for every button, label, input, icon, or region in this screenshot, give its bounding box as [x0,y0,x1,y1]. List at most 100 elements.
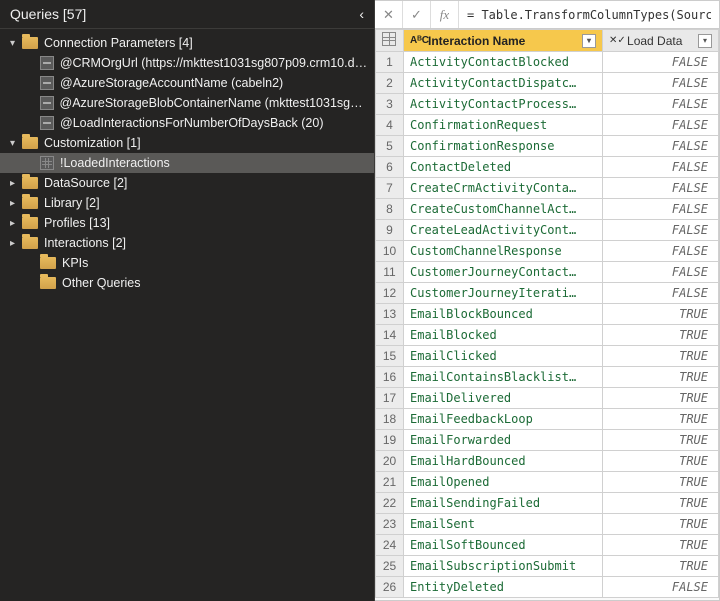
cell-interaction-name[interactable]: EmailSubscriptionSubmit [404,556,603,577]
cell-interaction-name[interactable]: EmailContainsBlacklist… [404,367,603,388]
row-number[interactable]: 3 [376,94,404,115]
row-number[interactable]: 12 [376,283,404,304]
row-number[interactable]: 5 [376,136,404,157]
cell-load-data[interactable]: TRUE [603,367,719,388]
cell-interaction-name[interactable]: ContactDeleted [404,157,603,178]
expander-icon[interactable]: ▾ [10,138,22,149]
tree-item[interactable]: @CRMOrgUrl (https://mkttest1031sg807p09.… [0,53,374,73]
fx-icon[interactable]: fx [431,1,459,28]
table-row[interactable]: 9CreateLeadActivityCont…FALSE [376,220,719,241]
table-row[interactable]: 10CustomChannelResponseFALSE [376,241,719,262]
cell-load-data[interactable]: FALSE [603,73,719,94]
tree-item[interactable]: ▸Interactions [2] [0,233,374,253]
expander-icon[interactable]: ▸ [10,218,22,229]
cell-interaction-name[interactable]: EntityDeleted [404,577,603,598]
row-number[interactable]: 11 [376,262,404,283]
cell-load-data[interactable]: FALSE [603,283,719,304]
cell-load-data[interactable]: TRUE [603,472,719,493]
cell-load-data[interactable]: TRUE [603,304,719,325]
cell-interaction-name[interactable]: EmailForwarded [404,430,603,451]
table-row[interactable]: 21EmailOpenedTRUE [376,472,719,493]
row-number[interactable]: 21 [376,472,404,493]
tree-item[interactable]: Other Queries [0,273,374,293]
row-number[interactable]: 7 [376,178,404,199]
data-grid[interactable]: AᴮC Interaction Name ▾ ✕✓ Load Data ▾ [375,29,719,600]
cell-interaction-name[interactable]: EmailOpened [404,472,603,493]
formula-input[interactable] [459,8,719,22]
tree-item[interactable]: KPIs [0,253,374,273]
cell-load-data[interactable]: TRUE [603,430,719,451]
cell-load-data[interactable]: TRUE [603,493,719,514]
cell-interaction-name[interactable]: EmailHardBounced [404,451,603,472]
cell-interaction-name[interactable]: CustomerJourneyContact… [404,262,603,283]
table-row[interactable]: 19EmailForwardedTRUE [376,430,719,451]
tree-item[interactable]: ▸Library [2] [0,193,374,213]
cell-load-data[interactable]: TRUE [603,556,719,577]
cell-load-data[interactable]: FALSE [603,262,719,283]
filter-dropdown-icon[interactable]: ▾ [582,34,596,48]
select-all-corner[interactable] [376,30,404,52]
table-row[interactable]: 25EmailSubscriptionSubmitTRUE [376,556,719,577]
row-number[interactable]: 1 [376,52,404,73]
cell-load-data[interactable]: FALSE [603,157,719,178]
table-row[interactable]: 8CreateCustomChannelAct…FALSE [376,199,719,220]
cell-load-data[interactable]: FALSE [603,52,719,73]
table-row[interactable]: 5ConfirmationResponseFALSE [376,136,719,157]
cell-interaction-name[interactable]: EmailDelivered [404,388,603,409]
row-number[interactable]: 16 [376,367,404,388]
cell-interaction-name[interactable]: CreateCrmActivityConta… [404,178,603,199]
row-number[interactable]: 20 [376,451,404,472]
expander-icon[interactable]: ▸ [10,238,22,249]
row-number[interactable]: 15 [376,346,404,367]
cell-load-data[interactable]: FALSE [603,241,719,262]
row-number[interactable]: 14 [376,325,404,346]
row-number[interactable]: 18 [376,409,404,430]
table-row[interactable]: 2ActivityContactDispatc…FALSE [376,73,719,94]
table-row[interactable]: 15EmailClickedTRUE [376,346,719,367]
table-row[interactable]: 14EmailBlockedTRUE [376,325,719,346]
cell-interaction-name[interactable]: ActivityContactDispatc… [404,73,603,94]
table-row[interactable]: 6ContactDeletedFALSE [376,157,719,178]
cell-interaction-name[interactable]: ConfirmationRequest [404,115,603,136]
collapse-panel-icon[interactable]: ‹ [359,6,364,22]
table-row[interactable]: 26EntityDeletedFALSE [376,577,719,598]
row-number[interactable]: 19 [376,430,404,451]
cell-load-data[interactable]: FALSE [603,178,719,199]
column-header-interaction-name[interactable]: AᴮC Interaction Name ▾ [404,30,603,52]
table-row[interactable]: 3ActivityContactProcess…FALSE [376,94,719,115]
tree-item[interactable]: @AzureStorageAccountName (cabeln2) [0,73,374,93]
tree-item[interactable]: ▸DataSource [2] [0,173,374,193]
filter-dropdown-icon[interactable]: ▾ [698,34,712,48]
table-row[interactable]: 13EmailBlockBouncedTRUE [376,304,719,325]
row-number[interactable]: 23 [376,514,404,535]
cell-load-data[interactable]: FALSE [603,220,719,241]
cell-interaction-name[interactable]: CustomChannelResponse [404,241,603,262]
column-header-load-data[interactable]: ✕✓ Load Data ▾ [603,30,719,52]
row-number[interactable]: 6 [376,157,404,178]
tree-item[interactable]: @AzureStorageBlobContainerName (mkttest1… [0,93,374,113]
cell-interaction-name[interactable]: EmailFeedbackLoop [404,409,603,430]
expander-icon[interactable]: ▸ [10,198,22,209]
cell-interaction-name[interactable]: EmailBlockBounced [404,304,603,325]
cell-load-data[interactable]: TRUE [603,346,719,367]
cell-interaction-name[interactable]: CreateCustomChannelAct… [404,199,603,220]
row-number[interactable]: 24 [376,535,404,556]
cell-interaction-name[interactable]: ActivityContactBlocked [404,52,603,73]
table-row[interactable]: 20EmailHardBouncedTRUE [376,451,719,472]
row-number[interactable]: 26 [376,577,404,598]
table-row[interactable]: 4ConfirmationRequestFALSE [376,115,719,136]
expander-icon[interactable]: ▸ [10,178,22,189]
row-number[interactable]: 8 [376,199,404,220]
cell-load-data[interactable]: TRUE [603,388,719,409]
cancel-formula-icon[interactable]: ✕ [375,1,403,28]
tree-item[interactable]: @LoadInteractionsForNumberOfDaysBack (20… [0,113,374,133]
table-row[interactable]: 7CreateCrmActivityConta…FALSE [376,178,719,199]
row-number[interactable]: 22 [376,493,404,514]
cell-load-data[interactable]: TRUE [603,451,719,472]
cell-load-data[interactable]: FALSE [603,115,719,136]
table-row[interactable]: 24EmailSoftBouncedTRUE [376,535,719,556]
row-number[interactable]: 10 [376,241,404,262]
accept-formula-icon[interactable]: ✓ [403,1,431,28]
table-row[interactable]: 23EmailSentTRUE [376,514,719,535]
cell-load-data[interactable]: TRUE [603,535,719,556]
